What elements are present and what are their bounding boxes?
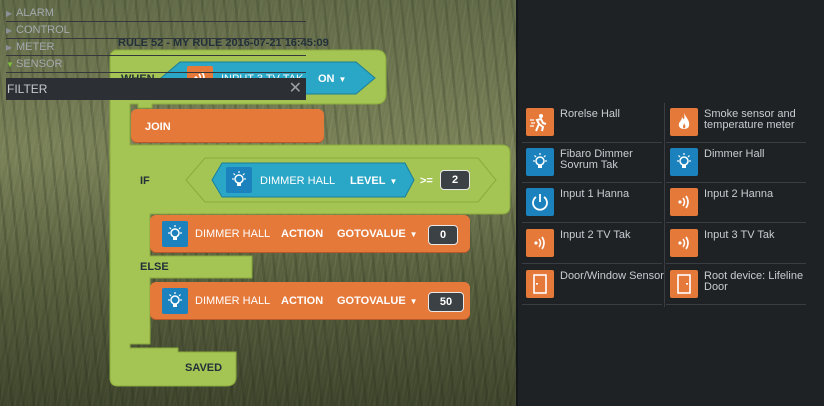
- filter-label: FILTER: [7, 82, 48, 96]
- device-name: Smoke sensor and temperature meter: [704, 108, 796, 131]
- device-item[interactable]: Input 3 TV Tak: [666, 225, 806, 264]
- condition-operator[interactable]: >=: [420, 175, 433, 187]
- power-icon: [526, 188, 554, 216]
- then-value-input[interactable]: 0: [428, 225, 458, 245]
- device-item[interactable]: Input 2 TV Tak: [522, 225, 662, 264]
- filter-bar[interactable]: FILTER ✕: [6, 78, 306, 100]
- condition-property-value: LEVEL: [350, 175, 386, 187]
- dropdown-arrow-icon: ▼: [409, 297, 418, 306]
- category-alarm[interactable]: ▶ ALARM: [6, 5, 306, 22]
- else-action-dropdown[interactable]: GOTOVALUE ▼: [337, 295, 418, 307]
- caret-right-icon: ▶: [6, 9, 13, 18]
- then-action-label: ACTION: [281, 228, 324, 240]
- dropdown-arrow-icon: ▼: [389, 177, 398, 186]
- category-label: CONTROL: [16, 24, 70, 36]
- condition-device[interactable]: DIMMER HALL: [260, 175, 335, 187]
- category-label: SENSOR: [16, 58, 63, 70]
- device-name: Input 2 TV Tak: [560, 229, 631, 241]
- condition-property-dropdown[interactable]: LEVEL ▼: [350, 175, 397, 187]
- signal-icon: [670, 229, 698, 257]
- device-name: Input 1 Hanna: [560, 188, 630, 200]
- device-item[interactable]: Door/Window Sensor: [522, 266, 664, 305]
- device-name: Fibaro Dimmer Sovrum Tak: [560, 148, 633, 171]
- device-item[interactable]: Fibaro Dimmer Sovrum Tak: [522, 144, 662, 183]
- category-sensor[interactable]: ▼ SENSOR: [6, 56, 306, 73]
- device-item[interactable]: Rorelse Hall: [522, 104, 662, 143]
- door-icon: [670, 270, 698, 298]
- if-label: IF: [140, 175, 150, 187]
- signal-icon: [526, 229, 554, 257]
- bulb-icon: [162, 288, 188, 314]
- device-name: Input 3 TV Tak: [704, 229, 775, 241]
- category-meter[interactable]: ▶ METER: [6, 39, 306, 56]
- caret-right-icon: ▶: [6, 26, 13, 35]
- device-item[interactable]: Dimmer Hall: [666, 144, 806, 183]
- device-name: Root device: Lifeline Door: [704, 270, 804, 293]
- else-label: ELSE: [140, 261, 169, 273]
- then-action-device[interactable]: DIMMER HALL: [195, 228, 270, 240]
- bulb-icon: [526, 148, 554, 176]
- device-name: Door/Window Sensor: [560, 270, 664, 282]
- device-name: Rorelse Hall: [560, 108, 620, 120]
- else-action-value: GOTOVALUE: [337, 295, 406, 307]
- condition-value-input[interactable]: 2: [440, 170, 470, 190]
- device-item[interactable]: Root device: Lifeline Door: [666, 266, 806, 305]
- then-action-value: GOTOVALUE: [337, 228, 406, 240]
- else-action-device[interactable]: DIMMER HALL: [195, 295, 270, 307]
- trigger-state-dropdown[interactable]: ON ▼: [318, 73, 346, 85]
- device-name: Dimmer Hall: [704, 148, 765, 160]
- category-label: ALARM: [16, 7, 54, 19]
- motion-sensor-icon: [526, 108, 554, 136]
- join-label: JOIN: [145, 121, 171, 133]
- category-label: METER: [16, 41, 55, 53]
- bulb-icon: [162, 221, 188, 247]
- device-name: Input 2 Hanna: [704, 188, 774, 200]
- caret-right-icon: ▶: [6, 43, 13, 52]
- caret-down-icon: ▼: [6, 60, 14, 69]
- saved-status: SAVED: [185, 362, 223, 374]
- bulb-icon: [670, 148, 698, 176]
- device-item[interactable]: Input 1 Hanna: [522, 184, 662, 223]
- else-action-label: ACTION: [281, 295, 324, 307]
- dropdown-arrow-icon: ▼: [338, 75, 347, 84]
- dropdown-arrow-icon: ▼: [409, 230, 418, 239]
- else-value-input[interactable]: 50: [428, 292, 464, 312]
- device-item[interactable]: Input 2 Hanna: [666, 184, 806, 223]
- category-control[interactable]: ▶ CONTROL: [6, 22, 306, 39]
- close-icon[interactable]: ✕: [289, 78, 302, 100]
- trigger-state-value: ON: [318, 73, 335, 85]
- device-item[interactable]: Smoke sensor and temperature meter: [666, 104, 806, 143]
- then-action-dropdown[interactable]: GOTOVALUE ▼: [337, 228, 418, 240]
- flame-icon: [670, 108, 698, 136]
- door-icon: [526, 270, 554, 298]
- signal-icon: [670, 188, 698, 216]
- device-grid-separator: [664, 103, 665, 307]
- bulb-icon: [226, 167, 252, 193]
